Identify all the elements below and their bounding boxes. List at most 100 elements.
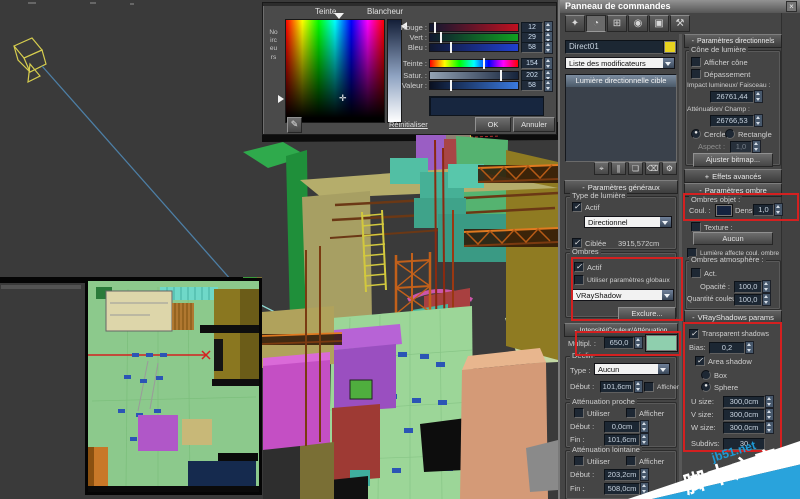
tab-utilities[interactable]: ⚒ [670,15,690,32]
rectangle-radio[interactable] [725,129,735,139]
decay-start-field[interactable]: 101,6cm [600,381,634,393]
area-shadow-checkbox[interactable]: ✓ [695,356,705,366]
vsize-spinner[interactable] [765,408,774,421]
decay-start-spinner[interactable] [634,380,643,393]
usize-field[interactable]: 300,0cm [723,396,765,408]
hue-blackness-gradient[interactable] [285,19,385,123]
blue-slider[interactable] [429,42,519,53]
object-name-field[interactable]: Direct01 [565,40,664,54]
tab-motion[interactable]: ◉ [628,15,648,32]
density-field[interactable]: 1,0 [753,204,774,216]
density-spinner[interactable] [774,203,783,216]
blackness-marker-icon[interactable] [278,95,284,103]
map-checkbox[interactable] [691,222,701,232]
tab-create[interactable]: ✦ [565,15,585,32]
slider-label: Satur. : [403,71,427,80]
color-amount-field[interactable]: 100,0 [734,294,762,306]
far-start-spinner[interactable] [640,468,649,481]
light-type-dropdown[interactable]: Directionnel [584,216,672,228]
configure-modifier-sets-button[interactable]: ⚙ [662,162,677,175]
tab-hierarchy[interactable]: ⊞ [607,15,627,32]
shadow-color-swatch[interactable] [715,204,733,217]
rollout-vrayshadows[interactable]: - VRayShadows params [684,310,782,324]
hotspot-spinner[interactable] [754,90,763,103]
opacity-spinner[interactable] [762,280,771,293]
near-end-spinner[interactable] [640,433,649,446]
tab-display[interactable]: ▣ [649,15,669,32]
hotspot-field[interactable]: 26761,44 [710,91,754,103]
green-slider[interactable] [429,32,519,43]
blue-spinner[interactable] [544,41,553,54]
exclude-button[interactable]: Exclure... [618,307,676,321]
stack-item-selected[interactable]: Lumière directionnelle cible [566,75,676,87]
far-use-checkbox[interactable] [574,456,584,466]
hue-slider[interactable] [429,58,519,69]
aspect-spinner[interactable] [752,140,761,153]
multiplier-field[interactable]: 650,0 [604,337,634,349]
circle-radio[interactable]: ● [691,129,701,139]
close-icon[interactable]: × [786,1,797,12]
far-show-checkbox[interactable] [626,456,636,466]
atmosphere-active-checkbox[interactable] [691,268,701,278]
near-start-spinner[interactable] [640,420,649,433]
eyedropper-button[interactable]: ✎ [287,117,302,133]
color-amount-spinner[interactable] [762,293,771,306]
near-use-checkbox[interactable] [574,408,584,418]
usize-spinner[interactable] [765,395,774,408]
wsize-field[interactable]: 300,0cm [723,422,765,434]
panel-title[interactable]: Panneau de commandes [560,0,800,13]
bias-spinner[interactable] [745,341,754,354]
opacity-field[interactable]: 100,0 [734,281,762,293]
far-end-spinner[interactable] [640,482,649,495]
value-slider[interactable] [429,80,519,91]
box-radio[interactable] [701,370,711,380]
light-color-swatch[interactable] [645,334,678,352]
hue-marker-icon[interactable] [334,13,344,19]
modifier-list-dropdown[interactable]: Liste des modificateurs [565,57,675,69]
falloff-spinner[interactable] [754,114,763,127]
modifier-stack[interactable]: Lumière directionnelle cible [565,74,677,162]
object-color-swatch[interactable] [663,40,677,54]
falloff-field[interactable]: 26766,53 [710,115,754,127]
decay-type-dropdown[interactable]: Aucun [594,363,670,375]
blue-value[interactable]: 58 [521,42,543,53]
make-unique-button[interactable]: ❏ [628,162,643,175]
shadow-type-dropdown[interactable]: VRayShadow [572,289,674,301]
value-spinner[interactable] [544,79,553,92]
shadow-map-button[interactable]: Aucun [693,232,773,245]
tab-modify[interactable]: ◔ [586,15,606,32]
vsize-field[interactable]: 300,0cm [723,409,765,421]
subdivs-field[interactable]: 30 [723,438,765,450]
rollout-advanced-effects[interactable]: + Effets avancés [684,169,782,183]
red-slider[interactable] [429,22,519,33]
top-viewport[interactable] [85,278,262,495]
panel-scrollbar[interactable] [679,34,682,494]
pin-stack-button[interactable]: ⌖ [594,162,609,175]
show-cone-checkbox[interactable] [691,57,701,67]
sphere-radio[interactable]: ● [701,382,711,392]
far-start-field[interactable]: 203,2cm [604,469,640,481]
far-end-field[interactable]: 508,0cm [604,483,640,495]
aspect-field: 1,0 [730,141,752,153]
cancel-button[interactable]: Annuler [513,117,555,132]
overshoot-checkbox[interactable] [691,69,701,79]
shadows-active-checkbox[interactable]: ✓ [574,262,584,272]
active-checkbox[interactable]: ✓ [572,202,582,212]
near-show-checkbox[interactable] [626,408,636,418]
transparent-shadows-checkbox[interactable]: ✓ [689,329,699,339]
reset-button[interactable]: Réinitialiser [389,120,428,129]
hue-value[interactable]: 154 [521,58,543,69]
show-end-result-button[interactable]: ∥ [611,162,626,175]
value-value[interactable]: 58 [521,80,543,91]
near-start-field[interactable]: 0,0cm [604,421,640,433]
color-cursor-icon[interactable]: ✛ [339,93,347,104]
remove-modifier-button[interactable]: ⌫ [645,162,660,175]
multiplier-spinner[interactable] [634,336,643,349]
ok-button[interactable]: OK [475,117,511,132]
use-global-checkbox[interactable] [574,275,584,285]
saturation-slider[interactable] [429,70,519,81]
bias-field[interactable]: 0,2 [709,342,745,354]
bitmap-fit-button[interactable]: Ajuster bitmap... [693,153,773,167]
wsize-spinner[interactable] [765,421,774,434]
decay-show-checkbox[interactable] [644,382,654,392]
